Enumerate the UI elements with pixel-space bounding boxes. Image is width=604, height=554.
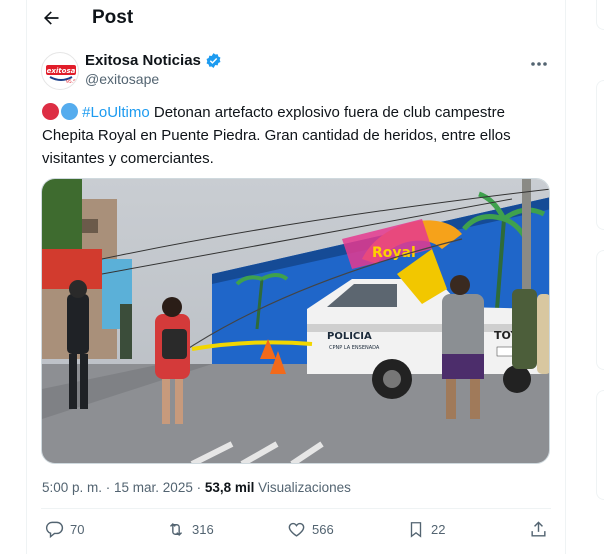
action-bar: 70 316 566 22	[41, 518, 561, 546]
repost-icon	[169, 522, 183, 537]
top-bar: Post	[27, 0, 567, 36]
post-image[interactable]: Royal POLICIA CPNP LA ENSENADA TOYO	[41, 178, 550, 464]
verified-badge-icon	[206, 53, 221, 68]
police-door-text: POLICIA	[327, 331, 372, 342]
repost-count: 316	[192, 522, 214, 537]
more-dots-icon	[531, 62, 547, 66]
svg-text:exitosa: exitosa	[47, 67, 76, 75]
more-options-button[interactable]	[527, 54, 551, 74]
arrow-left-icon	[44, 11, 59, 25]
side-panel-card	[596, 390, 604, 500]
police-sub-text: CPNP LA ENSENADA	[329, 345, 380, 351]
bookmark-button[interactable]: 22	[407, 520, 445, 539]
street-scene-photo: Royal POLICIA CPNP LA ENSENADA TOYO	[42, 179, 549, 463]
page-title: Post	[92, 7, 134, 28]
svg-text:95.5: 95.5	[66, 79, 76, 85]
heart-icon	[288, 522, 305, 537]
bookmark-icon	[410, 522, 422, 538]
like-button[interactable]: 566	[287, 520, 334, 539]
like-count: 566	[312, 522, 334, 537]
back-button[interactable]	[39, 6, 63, 30]
reply-icon	[45, 521, 64, 539]
bookmark-count: 22	[431, 522, 446, 537]
side-panel-card	[596, 80, 604, 230]
side-panel-card	[596, 250, 604, 370]
reply-button[interactable]: 70	[45, 520, 84, 539]
avatar[interactable]: exitosa 95.5	[41, 52, 79, 90]
views-label: Visualizaciones	[254, 480, 351, 495]
post-timestamp[interactable]: 5:00 p. m. · 15 mar. 2025 ·	[42, 480, 205, 495]
author-name[interactable]: Exitosa Noticias	[85, 52, 201, 69]
post-column: Post exitosa 95.5 Exitosa Noticias @exit…	[26, 0, 566, 554]
post-metadata: 5:00 p. m. · 15 mar. 2025 · 53,8 mil Vis…	[42, 480, 351, 495]
views-count: 53,8 mil	[204, 480, 255, 495]
reply-count: 70	[70, 522, 85, 537]
share-button[interactable]	[529, 520, 548, 539]
share-icon	[531, 521, 546, 537]
divider	[41, 508, 551, 509]
author-name-row: Exitosa Noticias	[85, 52, 222, 69]
hashtag-link[interactable]: #LoUltimo	[82, 104, 150, 121]
author-handle[interactable]: @exitosape	[85, 71, 159, 87]
blue-circle-icon	[61, 103, 78, 120]
side-panel-card	[596, 0, 604, 30]
red-circle-icon	[42, 103, 59, 120]
exitosa-logo: exitosa 95.5	[46, 65, 76, 85]
repost-button[interactable]: 316	[166, 520, 214, 539]
post-text: #LoUltimo Detonan artefacto explosivo fu…	[42, 101, 547, 170]
author-row: exitosa 95.5 Exitosa Noticias @exitosape	[41, 50, 551, 90]
